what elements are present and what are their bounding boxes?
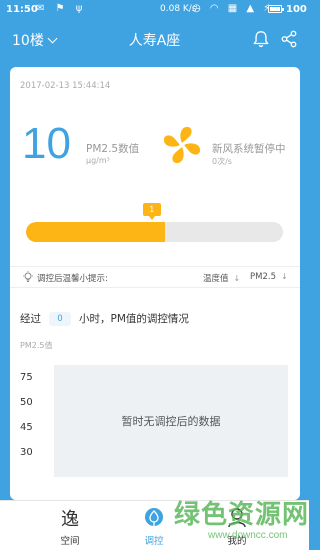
space-icon: 逸 (61, 509, 79, 529)
tab-mine[interactable]: 我的 (207, 501, 267, 550)
system-icons: ◷ ◠ ▦ ▲ ⚡ (192, 3, 274, 14)
arrow-down-icon: ↓ (280, 272, 288, 281)
y-tick: 50 (20, 397, 33, 408)
sort-pm-button[interactable]: PM2.5 ↓ (250, 272, 288, 282)
chart-y-label: PM2.5值 (20, 341, 53, 350)
adjust-prefix: 经过 (20, 313, 41, 325)
bell-icon[interactable] (252, 30, 270, 48)
no-data-text: 暂时无调控后的数据 (121, 415, 221, 428)
main-card: 2017-02-13 15:44:14 10 PM2.5数值 μg/m³ 新风系… (10, 67, 300, 500)
fan-icon[interactable] (162, 125, 202, 165)
status-time: 11:50 (6, 4, 38, 15)
fan-status: 新风系统暂停中 (212, 143, 286, 155)
tab-label: 空间 (60, 536, 80, 547)
control-icon (145, 508, 163, 526)
fan-speed: 0次/s (212, 157, 232, 166)
pm-label: PM2.5数值 (86, 143, 140, 155)
share-icon[interactable] (280, 30, 298, 48)
y-tick: 45 (20, 422, 33, 433)
status-bar: 11:50 ✉ ⚑ ψ 0.08 K/s ◷ ◠ ▦ ▲ ⚡ 100 (0, 0, 309, 20)
adjust-suffix: 小时，PM值的调控情况 (79, 313, 189, 325)
battery-level: 100 (286, 4, 307, 15)
tab-bar: 逸 空间 调控 我的 (0, 500, 309, 550)
tab-space[interactable]: 逸 空间 (40, 501, 100, 550)
pm-value: 10 (22, 119, 71, 168)
tab-label: 我的 (227, 536, 247, 547)
notification-icons: ✉ ⚑ ψ (36, 3, 87, 14)
tab-control[interactable]: 调控 (124, 501, 184, 550)
adjust-summary: 经过 0 小时，PM值的调控情况 (20, 311, 189, 326)
pm-unit: μg/m³ (86, 156, 110, 165)
tip-text: 调控后温馨小提示: (37, 274, 108, 284)
svg-text:逸: 逸 (61, 509, 79, 529)
tab-label: 调控 (144, 536, 164, 547)
timestamp: 2017-02-13 15:44:14 (20, 81, 111, 91)
tip-row: 调控后温馨小提示: 温度值 ↓ PM2.5 ↓ (10, 266, 300, 288)
battery-icon (268, 5, 284, 13)
y-tick: 30 (20, 447, 33, 458)
sort-temperature-button[interactable]: 温度值 ↓ (203, 272, 240, 284)
level-bar-fill (26, 222, 165, 242)
sort-temperature-label: 温度值 (203, 274, 229, 284)
no-data-panel: 暂时无调控后的数据 (54, 365, 288, 477)
level-marker: 1 (142, 203, 161, 220)
app-header: 10楼 人寿A座 (0, 20, 309, 60)
arrow-down-icon: ↓ (233, 274, 241, 283)
y-tick: 75 (20, 372, 33, 383)
sort-pm-label: PM2.5 (250, 272, 276, 282)
lightbulb-icon (23, 271, 33, 282)
user-icon (228, 508, 246, 528)
level-bar[interactable] (26, 222, 283, 242)
hours-input[interactable]: 0 (49, 311, 71, 326)
